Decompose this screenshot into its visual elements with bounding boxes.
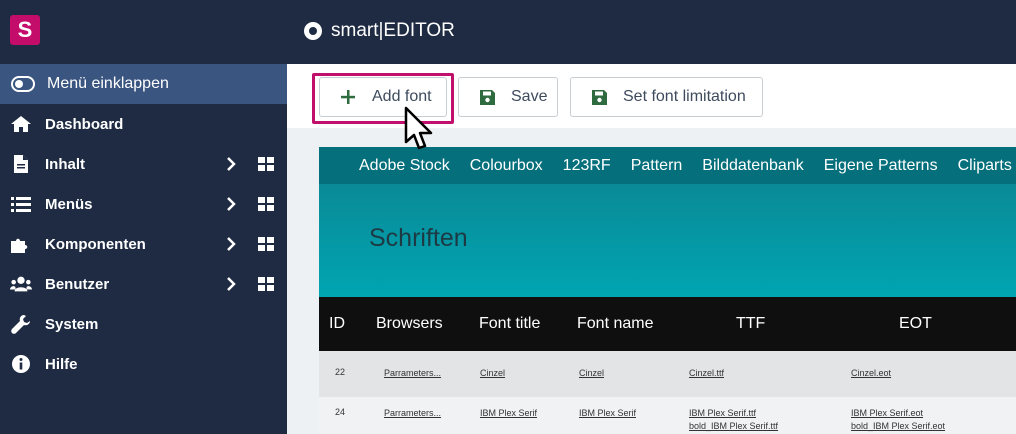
column-header-font-name: Font name	[577, 315, 654, 332]
sidebar-item-komponenten[interactable]: Komponenten	[0, 224, 287, 264]
preview-menu-item[interactable]: Pattern	[631, 157, 683, 175]
cell-font-title-link[interactable]: Cinzel	[480, 368, 505, 378]
cell-id: 22	[335, 367, 346, 377]
preview-banner: Schriften	[319, 184, 1016, 297]
info-icon	[10, 353, 32, 375]
sidebar-item-label: Hilfe	[45, 355, 78, 373]
list-icon	[10, 193, 32, 215]
sidebar-item-label: Dashboard	[45, 115, 124, 133]
collapse-menu-button[interactable]: Menü einklappen	[0, 64, 287, 104]
column-header-id: ID	[329, 315, 345, 332]
table-row: 22 Parrameters... Cinzel Cinzel Cinzel.t…	[319, 351, 1016, 397]
preview-menu: Adobe Stock Colourbox 123RF Pattern Bild…	[319, 147, 1016, 184]
sidebar-item-menus[interactable]: Menüs	[0, 184, 287, 224]
chevron-right-icon[interactable]	[222, 274, 240, 294]
sidebar-item-dashboard[interactable]: Dashboard	[0, 104, 287, 144]
grid-icon[interactable]	[258, 277, 274, 291]
grid-icon[interactable]	[258, 197, 274, 211]
mouse-pointer-icon	[404, 106, 436, 152]
preview-heading: Schriften	[369, 224, 468, 252]
preview-menu-item[interactable]: 123RF	[563, 157, 611, 175]
sidebar: S Menü einklappen Dashboard Inhalt Menüs	[0, 0, 287, 434]
app-logo[interactable]: S	[10, 15, 40, 45]
users-icon	[10, 273, 32, 295]
wrench-icon	[10, 313, 32, 335]
cell-font-title-link[interactable]: IBM Plex Serif	[480, 408, 537, 418]
save-label: Save	[511, 88, 548, 105]
cell-ttf-link[interactable]: Cinzel.ttf	[689, 368, 724, 378]
chevron-right-icon[interactable]	[222, 194, 240, 214]
sidebar-item-label: Benutzer	[45, 275, 110, 293]
sidebar-item-system[interactable]: System	[0, 304, 287, 344]
set-font-limitation-label: Set font limitation	[623, 88, 746, 105]
editor-icon	[303, 21, 323, 41]
sidebar-item-inhalt[interactable]: Inhalt	[0, 144, 287, 184]
cell-font-name-link[interactable]: IBM Plex Serif	[579, 408, 636, 418]
save-icon	[479, 89, 495, 105]
column-header-eot: EOT	[899, 315, 932, 332]
grid-icon[interactable]	[258, 237, 274, 251]
preview-menu-item[interactable]: Eigene Patterns	[824, 157, 938, 175]
cell-font-name-link[interactable]: Cinzel	[579, 368, 604, 378]
top-header: smart|EDITOR	[287, 0, 1016, 64]
sidebar-item-label: System	[45, 315, 99, 333]
preview-menu-item[interactable]: Colourbox	[470, 157, 543, 175]
collapse-menu-label: Menü einklappen	[47, 75, 169, 92]
cell-browsers-link[interactable]: Parrameters...	[384, 408, 441, 418]
cell-eot-link-2[interactable]: bold_IBM Plex Serif.eot	[851, 421, 945, 431]
sidebar-item-label: Inhalt	[45, 155, 85, 173]
cell-eot-link[interactable]: Cinzel.eot	[851, 368, 891, 378]
column-header-ttf: TTF	[736, 315, 766, 332]
toggle-icon	[11, 76, 35, 92]
home-icon	[10, 113, 32, 135]
sidebar-item-hilfe[interactable]: Hilfe	[0, 344, 287, 384]
preview-menu-item[interactable]: Bilddatenbank	[702, 157, 803, 175]
save-icon	[591, 89, 607, 105]
save-button[interactable]: Save	[458, 77, 558, 117]
file-icon	[10, 153, 32, 175]
site-preview: Adobe Stock Colourbox 123RF Pattern Bild…	[319, 147, 1016, 434]
cell-eot-link[interactable]: IBM Plex Serif.eot	[851, 408, 923, 418]
sidebar-item-label: Komponenten	[45, 235, 146, 253]
chevron-right-icon[interactable]	[222, 234, 240, 254]
cell-ttf-link-2[interactable]: bold_IBM Plex Serif.ttf	[689, 421, 778, 431]
sidebar-item-benutzer[interactable]: Benutzer	[0, 264, 287, 304]
table-header: ID Browsers Font title Font name TTF EOT	[319, 297, 1016, 351]
cell-browsers-link[interactable]: Parrameters...	[384, 368, 441, 378]
sidebar-header: S	[0, 0, 287, 64]
page-title: smart|EDITOR	[331, 20, 455, 41]
column-header-browsers: Browsers	[376, 315, 443, 332]
puzzle-icon	[10, 233, 32, 255]
column-header-font-title: Font title	[479, 315, 541, 332]
cell-ttf-link[interactable]: IBM Plex Serif.ttf	[689, 408, 756, 418]
preview-menu-item[interactable]: Adobe Stock	[359, 157, 450, 175]
table-row: 24 Parrameters... IBM Plex Serif IBM Ple…	[319, 397, 1016, 434]
chevron-right-icon[interactable]	[222, 154, 240, 174]
grid-icon[interactable]	[258, 157, 274, 171]
set-font-limitation-button[interactable]: Set font limitation	[570, 77, 763, 117]
cell-id: 24	[335, 407, 346, 417]
sidebar-item-label: Menüs	[45, 195, 93, 213]
preview-menu-item[interactable]: Cliparts	[958, 157, 1012, 175]
